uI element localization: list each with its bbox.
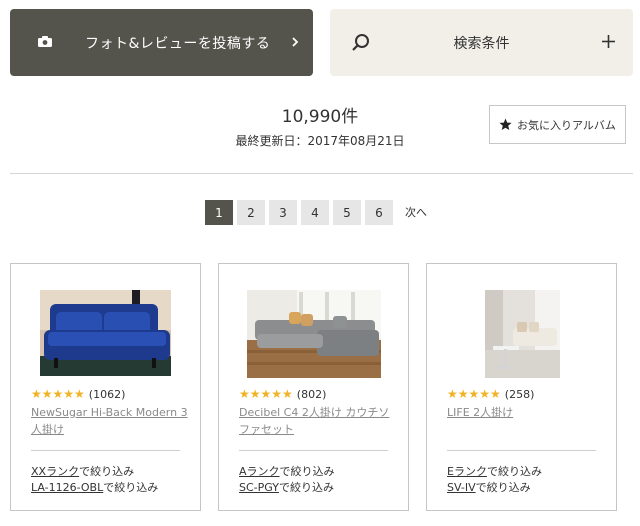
page-5[interactable]: 5 xyxy=(333,200,361,225)
divider xyxy=(239,450,388,451)
plus-icon xyxy=(602,35,615,48)
page-4[interactable]: 4 xyxy=(301,200,329,225)
page-1[interactable]: 1 xyxy=(205,200,233,225)
star-icon xyxy=(499,118,512,130)
next-page-link[interactable]: 次へ xyxy=(405,200,427,225)
rating: ★★★★★ (258) xyxy=(447,387,534,401)
rank-value: Eランク xyxy=(447,465,487,478)
product-name-link[interactable]: NewSugar Hi-Back Modern 3人掛け xyxy=(31,404,191,438)
page-2[interactable]: 2 xyxy=(237,200,265,225)
filter-by-rank-link[interactable]: Aランクで絞り込み xyxy=(239,463,335,479)
favorite-album-button[interactable]: お気に入りアルバム xyxy=(489,105,626,144)
review-count: (1062) xyxy=(88,387,126,401)
favorite-album-label: お気に入りアルバム xyxy=(517,118,616,132)
filter-by-rank-link[interactable]: Eランクで絞り込み xyxy=(447,463,542,479)
product-name-link[interactable]: LIFE 2人掛け xyxy=(447,404,607,421)
model-value: SV-IV xyxy=(447,481,476,494)
product-photo[interactable] xyxy=(247,290,381,378)
review-count: (802) xyxy=(296,387,327,401)
page-6[interactable]: 6 xyxy=(365,200,393,225)
rank-value: XXランク xyxy=(31,465,80,478)
product-card: ★★★★★ (258) LIFE 2人掛け Eランクで絞り込み SV-IVで絞り… xyxy=(426,263,617,511)
model-value: SC-PGY xyxy=(239,481,279,494)
product-photo[interactable] xyxy=(40,290,171,376)
filter-suffix: で絞り込み xyxy=(486,465,542,478)
model-value: LA-1126-OBL xyxy=(31,481,104,494)
page-3[interactable]: 3 xyxy=(269,200,297,225)
rating: ★★★★★ (1062) xyxy=(31,387,125,401)
post-photo-review-button[interactable]: フォト&レビューを投稿する xyxy=(10,9,313,76)
product-card: ★★★★★ (802) Decibel C4 2人掛け カウチソファセット Aラ… xyxy=(218,263,409,511)
pagination: 1 2 3 4 5 6 次へ xyxy=(205,200,427,225)
chevron-right-icon xyxy=(292,37,299,47)
camera-icon xyxy=(38,36,52,47)
divider xyxy=(10,173,633,174)
filter-suffix: で絞り込み xyxy=(79,465,135,478)
divider xyxy=(447,450,596,451)
filter-suffix: で絞り込み xyxy=(103,481,159,494)
filter-by-model-link[interactable]: SV-IVで絞り込み xyxy=(447,479,531,495)
rating-stars: ★★★★★ xyxy=(447,387,501,401)
product-photo[interactable] xyxy=(485,290,560,378)
search-conditions-label: 検索条件 xyxy=(453,36,510,52)
filter-by-rank-link[interactable]: XXランクで絞り込み xyxy=(31,463,134,479)
filter-suffix: で絞り込み xyxy=(475,481,531,494)
filter-suffix: で絞り込み xyxy=(278,481,334,494)
rating-stars: ★★★★★ xyxy=(239,387,293,401)
filter-suffix: で絞り込み xyxy=(279,465,335,478)
review-count: (258) xyxy=(504,387,535,401)
rating: ★★★★★ (802) xyxy=(239,387,326,401)
product-card: ★★★★★ (1062) NewSugar Hi-Back Modern 3人掛… xyxy=(10,263,201,511)
filter-by-model-link[interactable]: LA-1126-OBLで絞り込み xyxy=(31,479,158,495)
filter-by-model-link[interactable]: SC-PGYで絞り込み xyxy=(239,479,334,495)
product-name-link[interactable]: Decibel C4 2人掛け カウチソファセット xyxy=(239,404,399,438)
divider xyxy=(31,450,180,451)
rank-value: Aランク xyxy=(239,465,280,478)
rating-stars: ★★★★★ xyxy=(31,387,85,401)
post-photo-review-label: フォト&レビューを投稿する xyxy=(85,36,271,52)
search-conditions-button[interactable]: 検索条件 xyxy=(330,9,633,76)
